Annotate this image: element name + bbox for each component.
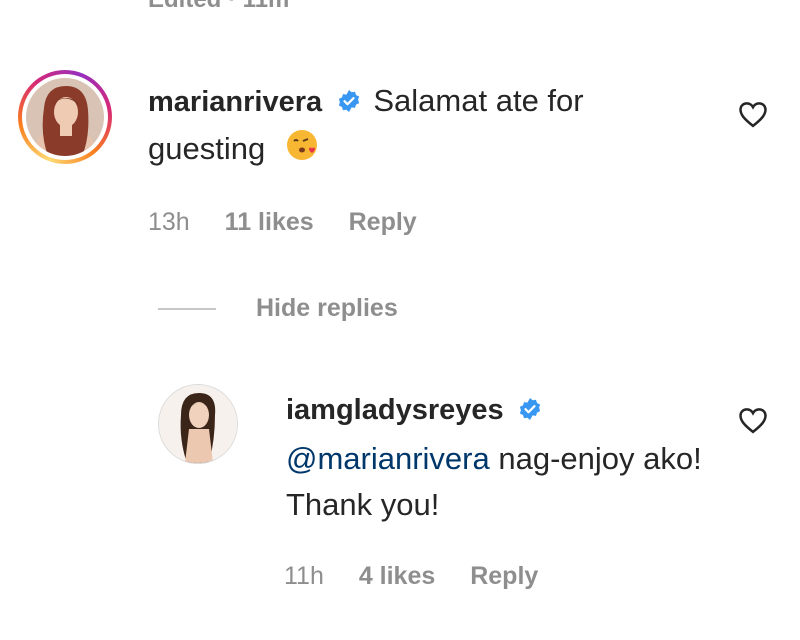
reply-comment: iamgladysreyes @marianrivera nag-enjoy a… <box>286 386 706 528</box>
verified-badge-icon <box>337 80 361 126</box>
hide-replies-label[interactable]: Hide replies <box>256 294 398 323</box>
hide-replies-toggle[interactable]: Hide replies <box>158 294 398 323</box>
reply-button[interactable]: Reply <box>349 208 417 236</box>
heart-outline-icon[interactable] <box>738 100 768 128</box>
mention-link[interactable]: @marianrivera <box>286 441 490 476</box>
reply-username[interactable]: iamgladysreyes <box>286 394 504 426</box>
reply-button[interactable]: Reply <box>470 562 538 590</box>
comment-username[interactable]: marianrivera <box>148 86 322 118</box>
previous-comment-meta: Edited · 11m <box>148 0 289 14</box>
avatar <box>26 78 104 156</box>
verified-badge-icon <box>518 388 542 434</box>
reply-likes-link[interactable]: 4 likes <box>359 562 435 590</box>
avatar-story-ring[interactable] <box>18 70 112 164</box>
replies-divider <box>158 307 216 310</box>
avatar[interactable] <box>158 384 238 464</box>
comment-timestamp: 13h <box>148 208 190 236</box>
reply-meta-row: 11h 4 likes Reply <box>284 562 566 591</box>
heart-outline-icon[interactable] <box>738 406 768 434</box>
kissing-face-with-heart-emoji <box>286 128 318 174</box>
comment: marianrivera Salamat ate for guesting <box>148 78 668 174</box>
reply-timestamp: 11h <box>284 562 324 590</box>
comment-meta-row: 13h 11 likes Reply <box>148 208 445 237</box>
comment-likes-link[interactable]: 11 likes <box>225 208 314 236</box>
